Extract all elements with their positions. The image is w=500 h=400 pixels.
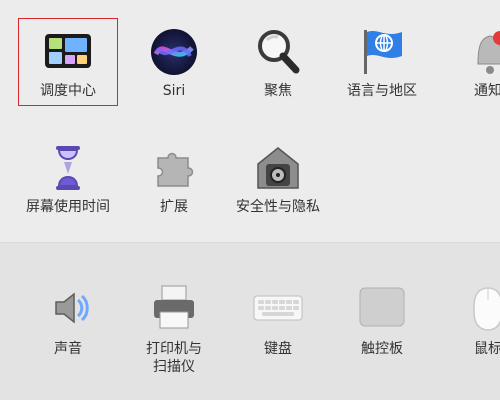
pane-label-line2: 扫描仪 xyxy=(153,359,195,375)
pane-extensions[interactable]: 扩展 xyxy=(122,142,226,220)
keyboard-icon xyxy=(253,295,303,321)
pane-label: 触控板 xyxy=(361,341,403,357)
pane-label: 扩展 xyxy=(160,199,188,215)
pane-label: 声音 xyxy=(54,341,82,357)
pane-label: 安全性与隐私 xyxy=(236,199,320,215)
pane-language-region[interactable]: 语言与地区 xyxy=(330,26,434,104)
pane-mission-control[interactable]: 调度中心 xyxy=(16,26,120,104)
trackpad-icon xyxy=(359,287,405,327)
pane-label: 语言与地区 xyxy=(347,83,417,99)
pane-label: 聚焦 xyxy=(264,83,292,99)
pane-trackpad[interactable]: 触控板 xyxy=(330,282,434,360)
notification-bell-icon xyxy=(477,31,500,74)
pane-label: Siri xyxy=(162,83,186,99)
siri-icon xyxy=(151,29,197,75)
pane-mouse[interactable]: 鼠标 xyxy=(436,282,500,360)
pane-sound[interactable]: 声音 xyxy=(16,282,120,360)
pane-siri[interactable]: Siri xyxy=(122,26,226,104)
pane-label: 调度中心 xyxy=(40,83,96,99)
pane-screen-time[interactable]: 屏幕使用时间 xyxy=(16,142,120,220)
hourglass-icon xyxy=(56,146,80,190)
pane-label: 键盘 xyxy=(264,341,292,357)
pane-security-privacy[interactable]: 安全性与隐私 xyxy=(226,142,330,220)
globe-flag-icon xyxy=(364,30,402,74)
mission-control-icon xyxy=(45,34,91,68)
mouse-icon xyxy=(473,287,500,331)
pane-label: 通知 xyxy=(474,83,500,99)
speaker-icon xyxy=(55,292,89,324)
pane-label: 鼠标 xyxy=(474,341,500,357)
house-safe-icon xyxy=(257,147,299,189)
pane-spotlight[interactable]: 聚焦 xyxy=(226,26,330,104)
pane-label-line1: 打印机与 xyxy=(146,341,202,357)
puzzle-piece-icon xyxy=(157,152,194,187)
printer-icon xyxy=(154,285,194,329)
spotlight-magnifier-icon xyxy=(258,30,300,74)
pane-printers-scanners[interactable]: 打印机与 扫描仪 xyxy=(122,282,226,382)
pane-label: 屏幕使用时间 xyxy=(26,199,110,215)
pane-keyboard[interactable]: 键盘 xyxy=(226,282,330,360)
pane-notifications[interactable]: 通知 xyxy=(436,26,500,104)
